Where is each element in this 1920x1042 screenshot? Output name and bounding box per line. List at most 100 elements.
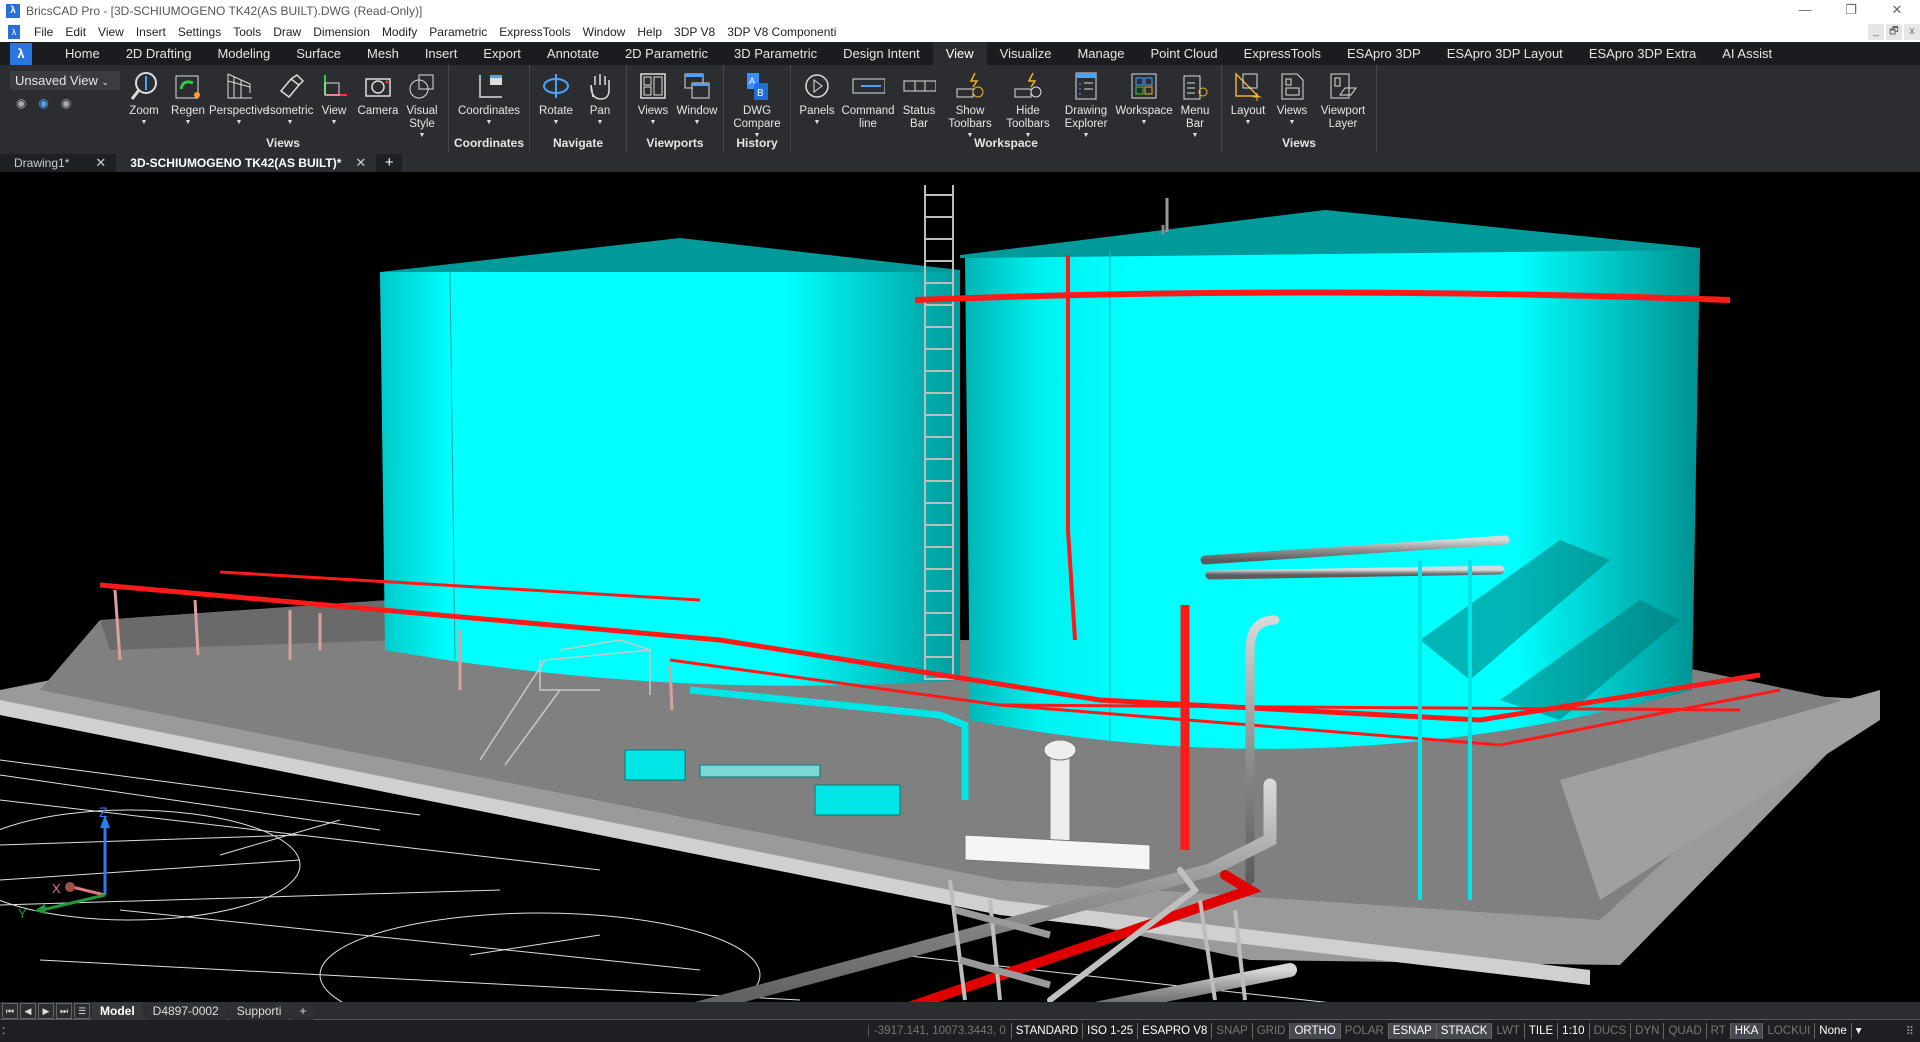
restore-icon[interactable]: ❐ xyxy=(1828,0,1874,22)
command-line-input[interactable]: : xyxy=(0,1020,920,1042)
status-toggle-1-10[interactable]: 1:10 xyxy=(1557,1023,1588,1039)
status-toggle-rt[interactable]: RT xyxy=(1705,1023,1730,1039)
tool-label: Workspace xyxy=(1115,105,1173,117)
status-toggle-tile[interactable]: TILE xyxy=(1523,1023,1557,1039)
model-viewport[interactable]: Z X Y xyxy=(0,172,1920,1002)
status-toggle-strack[interactable]: STRACK xyxy=(1435,1023,1492,1039)
menu-insert[interactable]: Insert xyxy=(130,25,172,39)
dropdown-arrow-icon[interactable]: ▼ xyxy=(141,118,148,128)
menu-tools[interactable]: Tools xyxy=(227,25,267,39)
dropdown-arrow-icon[interactable]: ▼ xyxy=(553,118,560,128)
status-toggle-hka[interactable]: HKA xyxy=(1729,1023,1763,1039)
ribbon-tab-expresstools[interactable]: ExpressTools xyxy=(1231,42,1334,65)
new-tab-button[interactable]: + xyxy=(376,154,403,172)
menu-3dp-v8[interactable]: 3DP V8 xyxy=(668,25,721,39)
ribbon-tab-esapro-3dp-layout[interactable]: ESApro 3DP Layout xyxy=(1434,42,1576,65)
app-menu-icon[interactable]: λ xyxy=(8,25,20,39)
add-layout-button[interactable]: + xyxy=(291,1001,315,1020)
dropdown-arrow-icon[interactable]: ▼ xyxy=(287,118,294,128)
ribbon-tab-modeling[interactable]: Modeling xyxy=(204,42,283,65)
ribbon-tab-home[interactable]: Home xyxy=(52,42,113,65)
dropdown-arrow-icon[interactable]: ▼ xyxy=(185,118,192,128)
menu-file[interactable]: File xyxy=(28,25,59,39)
status-toggle-none[interactable]: None xyxy=(1814,1023,1851,1039)
next-layout-icon[interactable]: ▶ xyxy=(38,1002,54,1019)
dropdown-arrow-icon[interactable]: ▼ xyxy=(1141,118,1148,128)
ribbon-tab-2d-parametric[interactable]: 2D Parametric xyxy=(612,42,721,65)
dropdown-arrow-icon[interactable]: ▼ xyxy=(650,118,657,128)
menu-window[interactable]: Window xyxy=(577,25,632,39)
menu-settings[interactable]: Settings xyxy=(172,25,227,39)
doc-minimize-icon[interactable]: _ xyxy=(1868,24,1884,40)
ribbon-tab-insert[interactable]: Insert xyxy=(412,42,471,65)
menu-dimension[interactable]: Dimension xyxy=(307,25,376,39)
application-button-icon[interactable]: λ xyxy=(10,42,32,65)
status-toggle-ortho[interactable]: ORTHO xyxy=(1289,1023,1340,1039)
status-toggle-lockui[interactable]: LOCKUI xyxy=(1762,1023,1814,1039)
show-eye-icon[interactable]: ◉ xyxy=(16,96,26,110)
ribbon-tab-visualize[interactable]: Visualize xyxy=(987,42,1065,65)
menu-draw[interactable]: Draw xyxy=(267,25,307,39)
menu-view[interactable]: View xyxy=(92,25,130,39)
status-toggle-polar[interactable]: POLAR xyxy=(1339,1023,1388,1039)
3d-model-scene[interactable]: Z X Y xyxy=(0,172,1920,1002)
doc-tab-active[interactable]: 3D-SCHIUMOGENO TK42(AS BUILT)* ✕ xyxy=(116,154,377,172)
dropdown-arrow-icon[interactable]: ▼ xyxy=(331,118,338,128)
resize-grip-icon[interactable]: ⠿ xyxy=(1906,1024,1914,1038)
doc-restore-icon[interactable]: 🗗 xyxy=(1886,24,1902,40)
last-layout-icon[interactable]: ⏭ xyxy=(56,1002,72,1019)
eye-icon[interactable]: ◉ xyxy=(61,96,71,110)
status-toggle-snap[interactable]: SNAP xyxy=(1211,1023,1251,1039)
dropdown-arrow-icon[interactable]: ▼ xyxy=(694,118,701,128)
status-toggle-grid[interactable]: GRID xyxy=(1251,1023,1290,1039)
doc-tab-drawing1[interactable]: Drawing1* ✕ xyxy=(0,154,117,172)
status-toggle-esapro-v8[interactable]: ESAPRO V8 xyxy=(1137,1023,1211,1039)
menu-edit[interactable]: Edit xyxy=(59,25,92,39)
minimize-icon[interactable]: — xyxy=(1782,0,1828,22)
status-toggle-quad[interactable]: QUAD xyxy=(1663,1023,1705,1039)
ribbon-tab-ai-assist[interactable]: AI Assist xyxy=(1709,42,1785,65)
close-icon[interactable]: ✕ xyxy=(1874,0,1920,22)
status-toggle-dyn[interactable]: DYN xyxy=(1630,1023,1663,1039)
dropdown-arrow-icon[interactable]: ▼ xyxy=(236,118,243,128)
layout-tab-d4897[interactable]: D4897-0002 xyxy=(144,1001,227,1020)
ribbon-tab-2d-drafting[interactable]: 2D Drafting xyxy=(113,42,205,65)
ribbon-tab-3d-parametric[interactable]: 3D Parametric xyxy=(721,42,830,65)
ribbon-tab-point-cloud[interactable]: Point Cloud xyxy=(1137,42,1230,65)
layout-list-icon[interactable]: ☰ xyxy=(74,1002,90,1019)
ribbon-tab-export[interactable]: Export xyxy=(470,42,534,65)
named-view-dropdown[interactable]: Unsaved View ⌄ xyxy=(10,71,120,90)
status-toggle-iso-1-25[interactable]: ISO 1-25 xyxy=(1082,1023,1137,1039)
menu-modify[interactable]: Modify xyxy=(376,25,423,39)
save-view-eye-icon[interactable]: ◉ xyxy=(38,96,48,110)
dropdown-arrow-icon[interactable]: ▼ xyxy=(486,118,493,128)
doc-close-icon[interactable]: x xyxy=(1904,24,1920,40)
status-menu-icon[interactable]: ▾ xyxy=(1850,1023,1866,1039)
close-tab-icon[interactable]: ✕ xyxy=(95,155,106,171)
layout-tab-model[interactable]: Model xyxy=(92,1001,143,1020)
ribbon-tab-mesh[interactable]: Mesh xyxy=(354,42,412,65)
close-tab-icon[interactable]: ✕ xyxy=(355,155,366,171)
ribbon-tab-surface[interactable]: Surface xyxy=(283,42,354,65)
status-toggle-lwt[interactable]: LWT xyxy=(1491,1023,1523,1039)
ribbon-tab-view[interactable]: View xyxy=(932,42,987,65)
status-toggle-standard[interactable]: STANDARD xyxy=(1010,1023,1082,1039)
first-layout-icon[interactable]: ⏮ xyxy=(2,1002,18,1019)
ribbon-tab-esapro-3dp-extra[interactable]: ESApro 3DP Extra xyxy=(1576,42,1709,65)
menu-parametric[interactable]: Parametric xyxy=(423,25,493,39)
dropdown-arrow-icon[interactable]: ▼ xyxy=(1289,118,1296,128)
ribbon-tab-annotate[interactable]: Annotate xyxy=(534,42,612,65)
status-toggle-ducs[interactable]: DUCS xyxy=(1588,1023,1631,1039)
ribbon-tab-esapro-3dp[interactable]: ESApro 3DP xyxy=(1334,42,1434,65)
status-toggle-esnap[interactable]: ESNAP xyxy=(1387,1023,1436,1039)
layout-tab-supporti[interactable]: Supporti xyxy=(228,1001,290,1020)
ribbon-tab-manage[interactable]: Manage xyxy=(1064,42,1137,65)
dropdown-arrow-icon[interactable]: ▼ xyxy=(597,118,604,128)
prev-layout-icon[interactable]: ◀ xyxy=(20,1002,36,1019)
menu-help[interactable]: Help xyxy=(631,25,668,39)
menu-expresstools[interactable]: ExpressTools xyxy=(493,25,576,39)
dropdown-arrow-icon[interactable]: ▼ xyxy=(814,118,821,128)
menu-3dp-v8-componenti[interactable]: 3DP V8 Componenti xyxy=(721,25,842,39)
dropdown-arrow-icon[interactable]: ▼ xyxy=(1245,118,1252,128)
ribbon-tab-design-intent[interactable]: Design Intent xyxy=(830,42,933,65)
